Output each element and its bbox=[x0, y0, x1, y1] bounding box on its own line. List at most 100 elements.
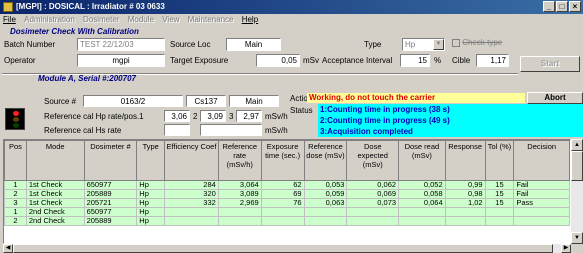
col-header[interactable]: Dosimeter # bbox=[83, 140, 138, 181]
ref-hp-pos3-field[interactable]: 2,97 bbox=[236, 110, 262, 122]
target-unit: mSv bbox=[303, 56, 319, 65]
col-header[interactable]: Dose expected (mSv) bbox=[346, 140, 400, 181]
close-icon[interactable]: × bbox=[569, 1, 581, 12]
acceptance-unit: % bbox=[434, 56, 442, 65]
table-cell: 0,058 bbox=[398, 189, 446, 199]
source-loc-field-2[interactable]: Main bbox=[229, 95, 279, 107]
table-cell: 284 bbox=[164, 180, 219, 190]
operator-label: Operator bbox=[4, 56, 36, 65]
ref-hs-field-2[interactable] bbox=[200, 124, 262, 136]
status-line: 1:Counting time in progress (38 s) bbox=[320, 105, 450, 114]
table-cell: 0,064 bbox=[398, 198, 446, 208]
col-header[interactable]: Type bbox=[136, 140, 166, 181]
col-header[interactable]: Exposure time (sec.) bbox=[260, 140, 305, 181]
source-loc-field[interactable]: Main bbox=[226, 38, 281, 51]
col-header[interactable]: Efficiency Coef bbox=[164, 140, 219, 181]
menu-module[interactable]: Module bbox=[125, 14, 157, 26]
ref-hp-pos2-field[interactable]: 3,09 bbox=[200, 110, 226, 122]
table-cell: 1st Check bbox=[25, 189, 85, 199]
status-line: 2:Counting time in progress (49 s) bbox=[320, 116, 450, 125]
scroll-left-icon[interactable]: ◀ bbox=[3, 244, 13, 253]
table-cell: 0,052 bbox=[398, 180, 446, 190]
table-row[interactable]: 1 2nd Check 650977 Hp bbox=[4, 207, 570, 217]
ref-hs-field-1[interactable] bbox=[164, 124, 190, 136]
table-cell: 0,073 bbox=[346, 198, 400, 208]
source-nuclide-field[interactable]: Cs137 bbox=[186, 95, 226, 107]
title-bar: [MGPI] : DOSICAL : Irradiator # 03 0633 … bbox=[0, 0, 583, 14]
batch-label: Batch Number bbox=[4, 40, 56, 49]
table-row[interactable]: 1 1st Check 650977 Hp 284 3,064 62 0,053 0,062 0,… bbox=[4, 180, 570, 190]
hscroll-thumb[interactable] bbox=[13, 244, 553, 253]
col-header[interactable]: Decision bbox=[513, 140, 570, 181]
scroll-thumb[interactable] bbox=[571, 151, 583, 181]
main-window: [MGPI] : DOSICAL : Irradiator # 03 0633 … bbox=[0, 0, 583, 253]
target-exposure-field[interactable]: 0,05 bbox=[256, 54, 300, 67]
col-header[interactable]: Reference rate (mSv/h) bbox=[217, 140, 262, 181]
table-cell: 332 bbox=[164, 198, 219, 208]
batch-number-field[interactable]: TEST 22/12/03 bbox=[77, 38, 165, 51]
menu-view[interactable]: View bbox=[159, 14, 182, 26]
vertical-scrollbar[interactable]: ▲ ▼ bbox=[571, 139, 583, 244]
cible-field[interactable]: 1,17 bbox=[476, 54, 509, 67]
horizontal-scrollbar[interactable]: ◀ ▶ bbox=[3, 244, 571, 253]
scroll-down-icon[interactable]: ▼ bbox=[571, 232, 583, 244]
table-row[interactable]: 3 1st Check 205721 Hp 332 2,969 76 0,063 0,073 0,… bbox=[4, 198, 570, 208]
table-cell bbox=[484, 207, 515, 217]
table-cell: 2 bbox=[4, 189, 27, 199]
type-select[interactable]: Hp ▼ bbox=[402, 38, 445, 51]
table-cell: 1 bbox=[4, 180, 27, 190]
table-cell bbox=[513, 207, 570, 217]
minimize-icon[interactable]: _ bbox=[543, 1, 555, 12]
col-header[interactable]: Pos bbox=[4, 140, 27, 181]
table-cell: 0,99 bbox=[444, 180, 486, 190]
table-cell bbox=[260, 216, 305, 226]
table-cell bbox=[260, 207, 305, 217]
scroll-up-icon[interactable]: ▲ bbox=[571, 139, 583, 151]
results-table: Pos Mode Dosimeter # Type Efficiency Coe… bbox=[3, 139, 571, 244]
start-button[interactable]: Start bbox=[520, 56, 580, 72]
status-line: 3:Acquisition completed bbox=[320, 127, 413, 136]
check-type-checkbox[interactable]: Check type bbox=[452, 38, 502, 47]
table-cell bbox=[164, 216, 219, 226]
table-cell bbox=[303, 207, 348, 217]
acceptance-label: Acceptance Interval bbox=[322, 56, 393, 65]
col-header[interactable]: Response bbox=[444, 140, 486, 181]
menu-administration[interactable]: Administration bbox=[21, 14, 78, 26]
col-header[interactable]: Mode bbox=[25, 140, 85, 181]
menu-dosimeter[interactable]: Dosimeter bbox=[80, 14, 122, 26]
ref-hp-pos3-label: 3 bbox=[229, 112, 234, 121]
table-row[interactable]: 2 2nd Check 205889 Hp bbox=[4, 216, 570, 226]
table-header-row: Pos Mode Dosimeter # Type Efficiency Coe… bbox=[4, 140, 570, 181]
menu-maintenance[interactable]: Maintenance bbox=[185, 14, 237, 26]
table-cell: Hp bbox=[136, 180, 166, 190]
table-cell bbox=[484, 216, 515, 226]
check-type-label: Check type bbox=[462, 38, 503, 47]
table-cell bbox=[398, 207, 446, 217]
abort-button[interactable]: Abort bbox=[527, 92, 583, 104]
table-cell: 0,062 bbox=[346, 180, 400, 190]
menu-file[interactable]: File bbox=[0, 14, 19, 26]
table-cell: Fail bbox=[513, 189, 570, 199]
col-header[interactable]: Reference dose (mSv) bbox=[303, 140, 348, 181]
table-cell: 15 bbox=[484, 198, 515, 208]
traffic-light-icon bbox=[5, 108, 25, 130]
chevron-down-icon[interactable]: ▼ bbox=[433, 39, 444, 50]
table-cell: Pass bbox=[513, 198, 570, 208]
table-cell: 205889 bbox=[83, 216, 138, 226]
table-cell bbox=[217, 216, 262, 226]
source-number-field[interactable]: 0163/2 bbox=[83, 95, 183, 107]
table-cell: Fail bbox=[513, 180, 570, 190]
ref-hp-pos2-label: 2 bbox=[193, 112, 198, 121]
col-header[interactable]: Dose read (mSv) bbox=[398, 140, 446, 181]
operator-field[interactable]: mgpi bbox=[77, 54, 165, 67]
table-cell: Hp bbox=[136, 216, 166, 226]
table-cell: 2,969 bbox=[217, 198, 262, 208]
maximize-icon[interactable]: □ bbox=[556, 1, 568, 12]
acceptance-field[interactable]: 15 bbox=[400, 54, 430, 67]
table-cell: 15 bbox=[484, 189, 515, 199]
table-row[interactable]: 2 1st Check 205889 Hp 320 3,089 69 0,059 0,069 0,… bbox=[4, 189, 570, 199]
menu-help[interactable]: Help bbox=[239, 14, 261, 26]
ref-hp-pos1-field[interactable]: 3,06 bbox=[164, 110, 190, 122]
col-header[interactable]: Tol (%) bbox=[484, 140, 515, 181]
scroll-right-icon[interactable]: ▶ bbox=[561, 244, 571, 253]
